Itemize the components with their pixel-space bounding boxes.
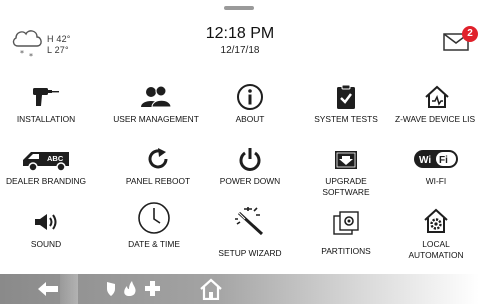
- tile-label: PANEL REBOOT: [125, 176, 191, 186]
- tile-label-line-2: AUTOMATION: [408, 250, 464, 260]
- svg-text:Wi: Wi: [419, 155, 431, 166]
- tile-label-line-1: UPGRADE: [325, 176, 367, 186]
- van-logo-text: ABC: [47, 154, 64, 163]
- svg-text:Fi: Fi: [439, 155, 448, 166]
- download-box-icon: [328, 144, 364, 174]
- wifi-badge-icon: Wi Fi: [410, 144, 462, 174]
- tile-setup-wizard[interactable]: SETUP WIZARD: [206, 204, 294, 262]
- home-zwave-icon: [419, 82, 455, 112]
- tile-label-line-2: SOFTWARE: [322, 187, 370, 197]
- tile-local-automation[interactable]: LOCAL AUTOMATION: [394, 206, 478, 266]
- tile-label-line-1: LOCAL: [422, 239, 450, 249]
- home-gear-icon: [418, 206, 454, 236]
- bottom-navigation-bar: [0, 274, 479, 304]
- svg-text:*: *: [29, 52, 33, 60]
- weather-high: H 42°: [47, 34, 71, 44]
- messages-button[interactable]: 2: [440, 26, 478, 56]
- home-button[interactable]: [196, 274, 226, 304]
- tile-upgrade-software[interactable]: UPGRADE SOFTWARE: [304, 144, 388, 202]
- tile-date-time[interactable]: DATE & TIME: [112, 201, 196, 253]
- tile-about[interactable]: ABOUT: [208, 82, 292, 128]
- pull-down-handle[interactable]: [224, 6, 254, 10]
- magic-wand-icon: [232, 204, 268, 238]
- svg-text:*: *: [20, 49, 24, 58]
- tile-partitions[interactable]: PARTITIONS: [304, 208, 388, 258]
- home-icon: [200, 278, 222, 300]
- arrow-left-icon: [38, 282, 58, 296]
- tile-label: DATE & TIME: [128, 239, 180, 249]
- tile-label: SOUND: [30, 239, 62, 249]
- tile-label: SYSTEM TESTS: [314, 114, 378, 124]
- tile-sound[interactable]: SOUND: [4, 207, 88, 253]
- speaker-icon: [28, 207, 64, 237]
- tile-installation[interactable]: INSTALLATION: [4, 82, 88, 128]
- tile-user-management[interactable]: USER MANAGEMENT: [104, 82, 208, 128]
- tile-panel-reboot[interactable]: PANEL REBOOT: [116, 144, 200, 190]
- tile-label: Z-WAVE DEVICE LIS: [395, 114, 476, 124]
- power-icon: [232, 144, 268, 174]
- partitions-icon: [328, 208, 364, 238]
- van-icon: ABC: [18, 144, 74, 174]
- emergency-button[interactable]: [98, 274, 166, 304]
- tile-label: DEALER BRANDING: [5, 176, 87, 186]
- current-time: 12:18 PM: [205, 25, 275, 42]
- current-date: 12/17/18: [220, 45, 260, 56]
- users-icon: [138, 82, 174, 112]
- clipboard-check-icon: [328, 82, 364, 112]
- tile-label: SETUP WIZARD: [218, 248, 282, 258]
- refresh-icon: [140, 144, 176, 174]
- tile-power-down[interactable]: POWER DOWN: [208, 144, 292, 190]
- back-button[interactable]: [30, 274, 66, 304]
- cloud-snow-icon: * *: [12, 30, 42, 60]
- tile-label: POWER DOWN: [219, 176, 281, 186]
- drill-icon: [28, 82, 64, 112]
- clock: 12:18 PM 12/17/18: [190, 25, 290, 57]
- info-icon: [232, 82, 268, 112]
- clock-icon: [136, 201, 172, 235]
- emergency-icons: [107, 281, 160, 296]
- tile-dealer-branding[interactable]: ABC DEALER BRANDING: [4, 144, 88, 190]
- message-count-badge: 2: [462, 26, 478, 42]
- tile-label: INSTALLATION: [16, 114, 76, 124]
- tile-label: ABOUT: [235, 114, 265, 124]
- tile-label: WI-FI: [425, 176, 447, 186]
- weather-low: L 27°: [47, 45, 69, 55]
- weather-widget[interactable]: * * H 42° L 27°: [10, 26, 90, 60]
- tile-label: PARTITIONS: [321, 246, 371, 256]
- settings-screen: * * H 42° L 27° 12:18 PM 12/17/18 2 INST…: [0, 0, 479, 304]
- tile-zwave-device-list[interactable]: Z-WAVE DEVICE LIS: [394, 82, 479, 128]
- tile-wifi[interactable]: Wi Fi WI-FI: [394, 144, 478, 190]
- tile-system-tests[interactable]: SYSTEM TESTS: [304, 82, 388, 128]
- tile-label: USER MANAGEMENT: [113, 114, 199, 124]
